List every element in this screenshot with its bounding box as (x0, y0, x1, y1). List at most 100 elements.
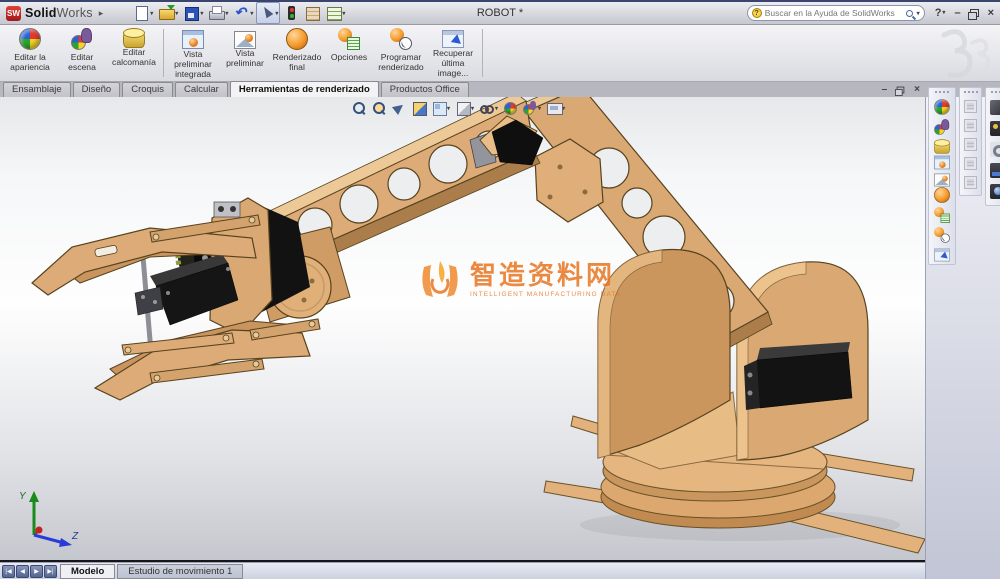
toolbar-grip-handle[interactable] (964, 91, 978, 94)
edit-appearance-button[interactable]: Editar la apariencia (4, 27, 56, 72)
integrated-preview-tool-icon (934, 156, 950, 170)
ribbon-button-label: Opciones (331, 52, 367, 62)
help-button[interactable]: ?▾ (935, 8, 946, 19)
prev-tab-button[interactable]: ◀ (16, 565, 29, 578)
tab-nav-buttons: |◀◀▶▶| (2, 565, 58, 578)
edit-decal-tool[interactable] (930, 137, 954, 152)
dropdown-arrow-icon[interactable]: ▾ (538, 105, 541, 112)
options-list-button[interactable]: ▾ (323, 2, 347, 24)
dropdown-arrow-icon[interactable]: ▾ (275, 10, 278, 17)
solidworks-resources-tab[interactable] (987, 97, 1000, 118)
gripper-assembly[interactable] (32, 198, 320, 400)
solidworks-resources-tab-icon (990, 100, 1000, 115)
base-servo[interactable] (744, 342, 852, 410)
open-button-icon (158, 5, 174, 21)
integrated-preview-button[interactable]: Vista preliminar integrada (167, 27, 219, 79)
view-palette-tab[interactable] (987, 160, 1000, 181)
appearances-tab[interactable] (987, 181, 1000, 202)
toolbar-grip-handle[interactable] (935, 91, 949, 94)
file-explorer-tab[interactable] (987, 139, 1000, 160)
dropdown-arrow-icon[interactable]: ▾ (225, 10, 228, 17)
heads-up-view-toolbar: ▾ ▾ ▾ ▾ ▾ (352, 99, 565, 117)
tab-productos-office[interactable]: Productos Office (381, 82, 469, 97)
help-bubble-icon: ? (752, 8, 762, 18)
interference-detection-button-icon (283, 5, 299, 21)
undo-button[interactable]: ▾ (231, 2, 255, 24)
design-library-tab[interactable] (987, 118, 1000, 139)
select-button[interactable]: ▾ (256, 2, 280, 24)
view-orientation-button[interactable]: ▾ (432, 101, 450, 115)
tab-calcular[interactable]: Calcular (175, 82, 228, 97)
menu-expand-icon[interactable]: ▸ (99, 8, 104, 19)
next-tab-button[interactable]: ▶ (30, 565, 43, 578)
tab-herramientas-de-renderizado[interactable]: Herramientas de renderizado (230, 81, 379, 97)
open-button[interactable]: ▾ (156, 2, 180, 24)
dropdown-arrow-icon[interactable]: ▾ (200, 10, 203, 17)
preview-window-tool[interactable] (930, 169, 954, 185)
edit-scene-tool[interactable] (930, 117, 954, 137)
schedule-render-button[interactable]: Programar renderizado (375, 27, 427, 72)
zoom-area-button[interactable] (372, 101, 386, 115)
section-view-button[interactable] (412, 101, 426, 115)
file-properties-button-icon (304, 5, 320, 21)
edit-appearance-button[interactable] (504, 102, 517, 115)
dropdown-arrow-icon[interactable]: ▾ (250, 10, 253, 17)
edit-decal-button[interactable]: Editar calcomanía (108, 27, 160, 67)
toolbar-grip-handle[interactable] (991, 91, 1000, 94)
search-icon[interactable] (906, 10, 913, 17)
ribbon-button-label: Editar la apariencia (4, 52, 56, 72)
group-separator (163, 29, 164, 77)
previous-view-button[interactable] (392, 101, 406, 115)
zoom-fit-button[interactable] (352, 101, 366, 115)
integrated-preview-tool[interactable] (930, 152, 954, 169)
robot-arm-model[interactable] (0, 97, 925, 562)
recall-last-image-button[interactable]: Recuperar última image... (427, 27, 479, 78)
dropdown-arrow-icon[interactable]: ▾ (150, 10, 153, 17)
edit-appearance-tool-icon (934, 99, 950, 115)
hide-show-items-button[interactable]: ▾ (480, 101, 498, 115)
coordinate-triad: Y Z (14, 487, 84, 554)
first-tab-button[interactable]: |◀ (2, 565, 15, 578)
doc-close-button[interactable]: × (914, 84, 920, 95)
save-button[interactable]: ▾ (181, 2, 205, 24)
graphics-viewport[interactable]: ▾▾▾▾▾ 智造资料网 INTELLIGENT MANUFACTURING DA… (0, 97, 925, 562)
dropdown-arrow-icon[interactable]: ▾ (342, 10, 345, 17)
file-properties-button[interactable] (302, 2, 322, 24)
tab-ensamblaje[interactable]: Ensamblaje (3, 82, 71, 97)
dropdown-arrow-icon[interactable]: ▾ (447, 105, 450, 112)
print-button[interactable]: ▾ (206, 2, 230, 24)
edit-appearance-tool[interactable] (930, 97, 954, 117)
last-tab-button[interactable]: ▶| (44, 565, 57, 578)
close-button[interactable]: × (988, 8, 994, 19)
final-render-button-icon (286, 28, 308, 50)
view-settings-button[interactable]: ▾ (547, 101, 565, 115)
tab-croquis[interactable]: Croquis (122, 82, 173, 97)
options-button[interactable]: Opciones (323, 27, 375, 62)
search-dropdown-icon[interactable]: ▾ (917, 10, 920, 17)
apply-scene-button[interactable]: ▾ (523, 101, 541, 115)
search-input[interactable] (765, 8, 903, 18)
final-render-button[interactable]: Renderizado final (271, 27, 323, 72)
render-options-tool[interactable] (930, 205, 954, 225)
undo-button-icon (233, 5, 249, 21)
model-tab[interactable]: Modelo (60, 564, 115, 579)
preview-window-button[interactable]: Vista preliminar (219, 27, 271, 68)
help-search-box[interactable]: ? ▾ (747, 5, 925, 21)
tab-diseno[interactable]: Diseño (73, 82, 121, 97)
motion-study-tab[interactable]: Estudio de movimiento 1 (117, 564, 243, 579)
dropdown-arrow-icon[interactable]: ▾ (175, 10, 178, 17)
minimize-button[interactable]: – (954, 8, 960, 19)
final-render-tool[interactable] (930, 185, 954, 205)
display-style-button[interactable]: ▾ (456, 101, 474, 115)
dropdown-arrow-icon[interactable]: ▾ (495, 105, 498, 112)
recall-last-image-tool[interactable] (930, 245, 954, 261)
hide-show-items-button-icon (480, 101, 494, 115)
dropdown-arrow-icon[interactable]: ▾ (471, 105, 474, 112)
new-document-button[interactable]: ▾ (131, 2, 155, 24)
restore-button[interactable] (970, 9, 979, 17)
doc-minimize-button[interactable]: – (882, 84, 888, 95)
interference-detection-button[interactable] (281, 2, 301, 24)
schedule-render-tool[interactable] (930, 225, 954, 245)
doc-restore-button[interactable] (896, 86, 905, 94)
edit-scene-button[interactable]: Editar escena (56, 27, 108, 72)
